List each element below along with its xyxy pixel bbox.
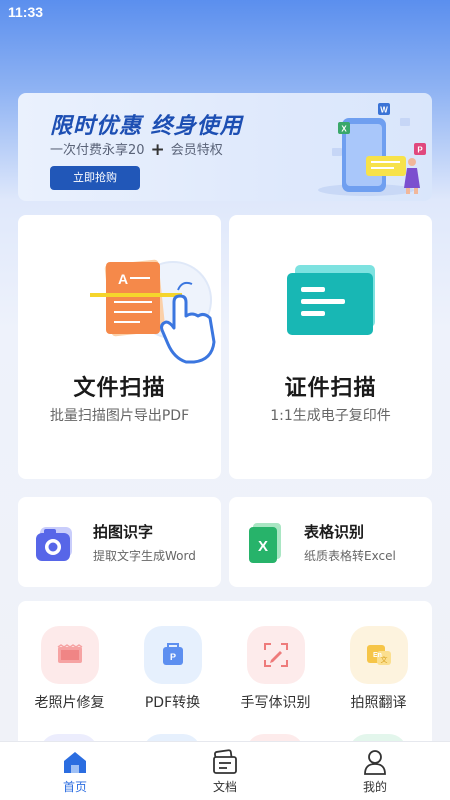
tool-icon-bg — [40, 626, 99, 684]
card-subtitle: 纸质表格转Excel — [304, 549, 396, 563]
tab-label: 我的 — [362, 780, 387, 794]
tab-label: 文档 — [212, 780, 237, 794]
text-recognition-card[interactable]: 拍图识字 提取文字生成Word — [18, 497, 221, 587]
translate-icon: En 文 — [366, 645, 391, 665]
id-card-scan-card[interactable]: 证件扫描 1:1生成电子复印件 — [229, 215, 432, 479]
tool-icon-bg: P — [143, 626, 202, 684]
svg-text:A: A — [118, 271, 128, 287]
bottom-tab-bar: 首页 文档 我的 — [0, 741, 450, 800]
svg-text:X: X — [258, 538, 268, 555]
tool-label: 老照片修复 — [34, 695, 105, 711]
document-scan-card[interactable]: A 文件扫描 批量扫描图片导出PDF — [18, 215, 221, 479]
excel-icon: X — [249, 523, 281, 563]
pdf-convert-icon: P — [162, 643, 183, 665]
tool-pdf-convert[interactable]: P PDF转换 — [121, 626, 224, 712]
banner-subtitle-right: 会员特权 — [170, 143, 223, 158]
tool-photo-translate[interactable]: En 文 拍照翻译 — [327, 626, 430, 712]
id-card-icon — [287, 265, 375, 335]
home-icon — [64, 752, 86, 773]
tab-documents[interactable]: 文档 — [185, 748, 265, 795]
status-time: 11:33 — [8, 4, 44, 20]
tool-label: 手写体识别 — [240, 695, 311, 711]
banner-subtitle-plus: + — [150, 140, 165, 160]
card-title: 拍图识字 — [93, 523, 154, 541]
tool-photo-restore[interactable]: 老照片修复 — [18, 626, 121, 712]
camera-icon — [36, 527, 72, 561]
tool-icon-bg: En 文 — [349, 626, 408, 684]
tool-icon-bg — [246, 626, 305, 684]
card-subtitle: 提取文字生成Word — [93, 549, 196, 563]
tool-label: 拍照翻译 — [350, 695, 407, 711]
tab-profile[interactable]: 我的 — [335, 748, 415, 795]
profile-icon — [364, 750, 386, 775]
tool-label: PDF转换 — [144, 695, 201, 711]
photo-restore-icon — [57, 644, 82, 663]
status-bar: 11:33 — [0, 0, 450, 26]
banner-title: 限时优惠 终身使用 — [50, 114, 243, 139]
documents-icon — [213, 749, 237, 774]
tab-label: 首页 — [62, 780, 87, 794]
handwriting-icon — [263, 643, 288, 667]
svg-text:X: X — [341, 125, 347, 134]
promo-banner[interactable]: 限时优惠 终身使用 一次付费永享20 + 会员特权 立即抢购 X W P — [18, 93, 432, 201]
document-scan-icon: A — [90, 259, 216, 364]
banner-subtitle-left: 一次付费永享20 — [50, 143, 145, 158]
card-title: 表格识别 — [304, 523, 365, 541]
svg-text:P: P — [169, 652, 175, 662]
card-title: 文件扫描 — [73, 376, 166, 401]
svg-text:W: W — [380, 106, 388, 115]
banner-illustration: X W P — [318, 103, 426, 196]
card-subtitle: 1:1生成电子复印件 — [270, 408, 391, 424]
svg-text:文: 文 — [380, 655, 387, 664]
card-subtitle: 批量扫描图片导出PDF — [49, 408, 190, 424]
tool-handwriting[interactable]: 手写体识别 — [224, 626, 327, 712]
buy-now-button[interactable]: 立即抢购 — [50, 166, 140, 190]
banner-subtitle: 一次付费永享20 + 会员特权 — [50, 139, 223, 160]
svg-text:P: P — [417, 146, 423, 155]
table-recognition-card[interactable]: X 表格识别 纸质表格转Excel — [229, 497, 432, 587]
tab-home[interactable]: 首页 — [35, 748, 115, 795]
card-title: 证件扫描 — [284, 376, 377, 401]
